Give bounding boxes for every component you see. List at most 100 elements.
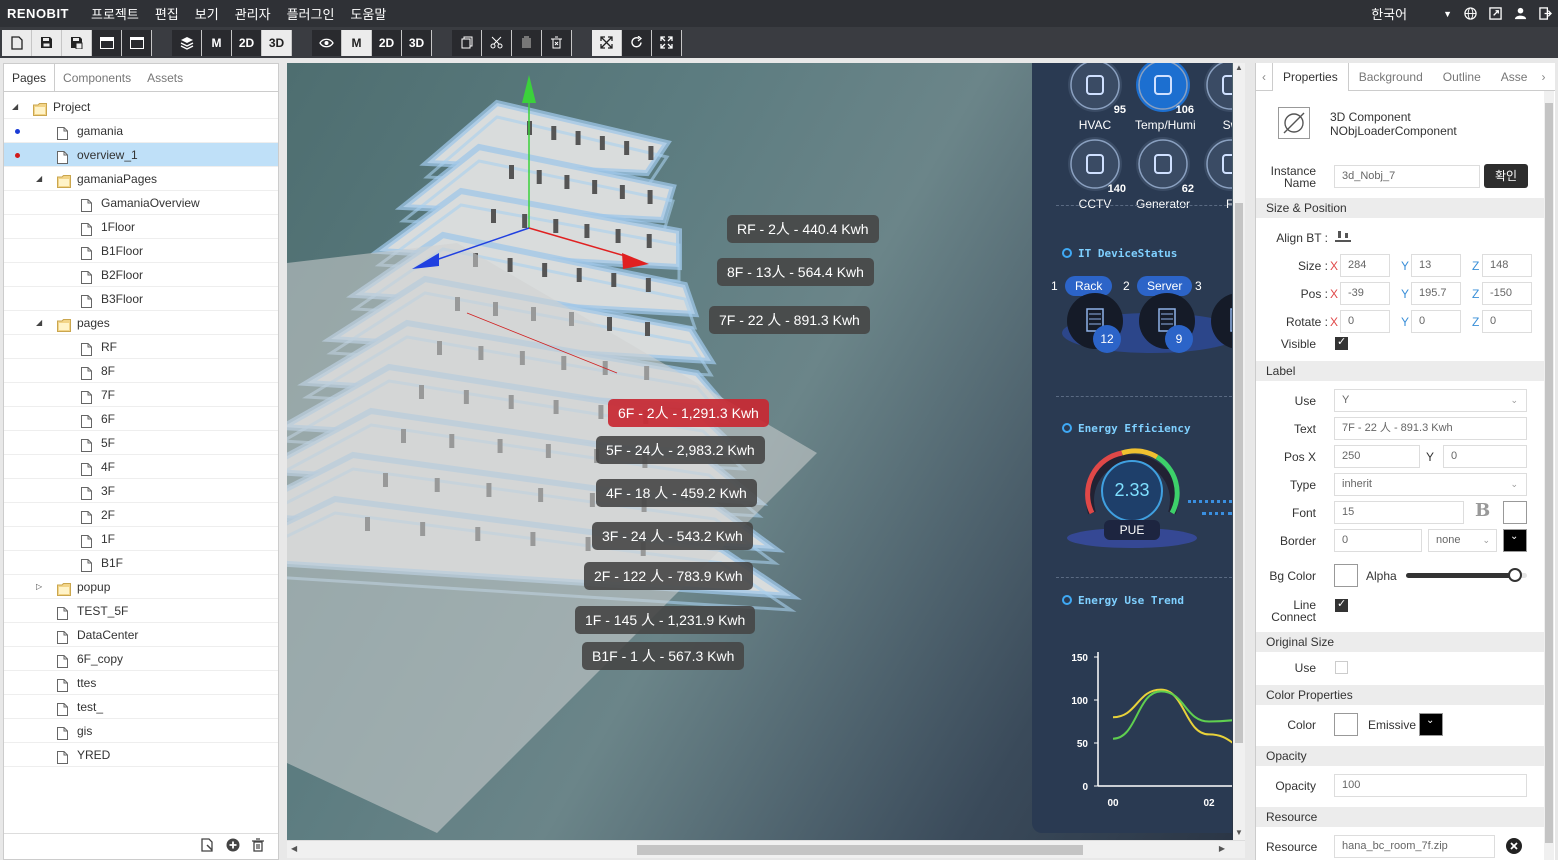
3d-viewport[interactable]: RF - 2人 - 440.4 Kwh 8F - 13人 - 564.4 Kwh 7… [287,63,1245,840]
pos-x-field[interactable]: -39 [1340,282,1390,305]
equipment-tile[interactable]: Sw [1203,63,1232,132]
visible-checkbox[interactable] [1335,335,1348,350]
floor-label[interactable]: 4F - 18 人 - 459.2 Kwh [596,479,757,507]
cut-icon[interactable] [482,29,512,56]
label-posy-field[interactable]: 0 [1443,445,1527,468]
tree-page[interactable]: RF [4,335,278,359]
new-page-icon[interactable] [200,838,214,855]
floor-label[interactable]: 1F - 145 人 - 1,231.9 Kwh [575,606,756,634]
add-icon[interactable] [226,838,240,855]
scroll-thumb[interactable] [1235,203,1243,743]
emissive-swatch[interactable]: ⌄ [1419,713,1443,736]
right-arrow-icon[interactable]: ▶ [1219,844,1225,853]
chevron-left-icon[interactable]: ‹ [1256,70,1272,84]
viewport-horizontal-scrollbar[interactable]: ◀ ▶ [287,840,1245,858]
save-as-icon[interactable] [62,29,92,56]
scroll-thumb[interactable] [637,845,1083,855]
trash-icon[interactable] [252,838,264,855]
border-color-swatch[interactable]: ⌄ [1503,529,1527,552]
view-3d-button[interactable]: 3D [402,29,432,56]
pos-z-field[interactable]: -150 [1482,282,1532,305]
rotate-z-field[interactable]: 0 [1482,310,1532,333]
rotate-y-field[interactable]: 0 [1411,310,1461,333]
size-x-field[interactable]: 284 [1340,254,1390,277]
up-arrow-icon[interactable]: ▲ [1235,63,1243,72]
font-color-swatch[interactable] [1503,501,1527,524]
equipment-tile[interactable]: Fi [1203,137,1232,211]
bgcolor-swatch[interactable] [1334,564,1358,587]
menu-project[interactable]: 프로젝트 [83,4,147,23]
server-rack-icon[interactable] [1211,293,1232,349]
chevron-right-icon[interactable]: › [1537,70,1549,84]
collapsed-arrow-icon[interactable]: ▷ [36,575,42,599]
tree-page[interactable]: 6F [4,407,278,431]
tree-folder[interactable]: ▷ popup [4,575,278,599]
fullscreen-icon[interactable] [652,29,682,56]
expanded-arrow-icon[interactable]: ◢ [36,167,42,191]
label-use-select[interactable]: Y ⌄ [1334,389,1527,412]
eye-icon[interactable] [312,29,342,56]
instance-name-field[interactable]: 3d_Nobj_7 [1334,165,1480,188]
equipment-tile[interactable]: 106 Temp/Humi [1135,63,1196,132]
tree-page[interactable]: DataCenter [4,623,278,647]
bold-icon[interactable]: B [1475,500,1490,521]
tree-folder[interactable]: ◢ Project [4,95,278,119]
mode-m-button[interactable]: M [202,29,232,56]
layout-full-icon[interactable] [122,29,152,56]
delete-icon[interactable] [542,29,572,56]
tree-page[interactable]: ttes [4,671,278,695]
menu-view[interactable]: 보기 [187,4,227,23]
tree-page[interactable]: 8F [4,359,278,383]
tree-page[interactable]: TEST_5F [4,599,278,623]
alpha-slider-knob[interactable] [1507,568,1522,582]
tab-properties[interactable]: Properties [1272,62,1349,91]
external-link-icon[interactable] [1489,7,1502,20]
label-border-field[interactable]: 0 [1334,529,1422,552]
floor-label[interactable]: B1F - 1 人 - 567.3 Kwh [582,642,745,670]
down-arrow-icon[interactable]: ▼ [1235,828,1243,837]
mode-3d-button[interactable]: 3D [262,29,292,56]
fit-view-icon[interactable] [592,29,622,56]
viewport-vertical-scrollbar[interactable]: ▲ ▼ [1233,63,1245,840]
paste-icon[interactable] [512,29,542,56]
tab-outline[interactable]: Outline [1433,63,1491,91]
tab-assets[interactable]: Asse [1491,63,1538,91]
user-icon[interactable] [1514,7,1527,20]
expanded-arrow-icon[interactable]: ◢ [36,311,42,335]
equipment-tile[interactable]: 95 HVAC [1067,63,1126,132]
confirm-button[interactable]: 확인 [1484,164,1528,188]
tree-page[interactable]: 5F [4,431,278,455]
mode-2d-button[interactable]: 2D [232,29,262,56]
view-m-button[interactable]: M [342,29,372,56]
label-posx-field[interactable]: 250 [1334,445,1420,468]
tree-page[interactable]: 2F [4,503,278,527]
tree-page[interactable]: gis [4,719,278,743]
equipment-tile[interactable]: 140 CCTV [1067,137,1126,211]
tab-components[interactable]: Components [55,64,139,91]
color-swatch[interactable] [1334,713,1358,736]
menu-edit[interactable]: 편집 [147,4,187,23]
align-bottom-icon[interactable] [1335,229,1351,246]
floor-label[interactable]: 7F - 22 人 - 891.3 Kwh [709,306,870,334]
tree-page[interactable]: 6F_copy [4,647,278,671]
properties-scrollbar[interactable] [1544,91,1554,860]
scroll-thumb[interactable] [1545,103,1553,843]
tree-page[interactable]: B2Floor [4,263,278,287]
menu-plugin[interactable]: 플러그인 [279,4,343,23]
view-2d-button[interactable]: 2D [372,29,402,56]
reset-view-icon[interactable] [622,29,652,56]
tab-background[interactable]: Background [1349,63,1433,91]
resource-field[interactable]: hana_bc_room_7f.zip [1334,835,1495,858]
equipment-tile[interactable]: 62 Generator [1135,137,1194,211]
menu-help[interactable]: 도움말 [342,4,394,23]
tree-page[interactable]: overview_1 [4,143,278,167]
expanded-arrow-icon[interactable]: ◢ [12,95,18,119]
tree-page[interactable]: 4F [4,455,278,479]
floor-label[interactable]: 8F - 13人 - 564.4 Kwh [717,258,874,286]
tree-page[interactable]: YRED [4,743,278,767]
floor-label[interactable]: 6F - 2人 - 1,291.3 Kwh [608,399,769,427]
opacity-field[interactable]: 100 [1334,774,1527,797]
tree-page[interactable]: test_ [4,695,278,719]
tree-page[interactable]: GamaniaOverview [4,191,278,215]
new-file-icon[interactable] [2,29,32,56]
